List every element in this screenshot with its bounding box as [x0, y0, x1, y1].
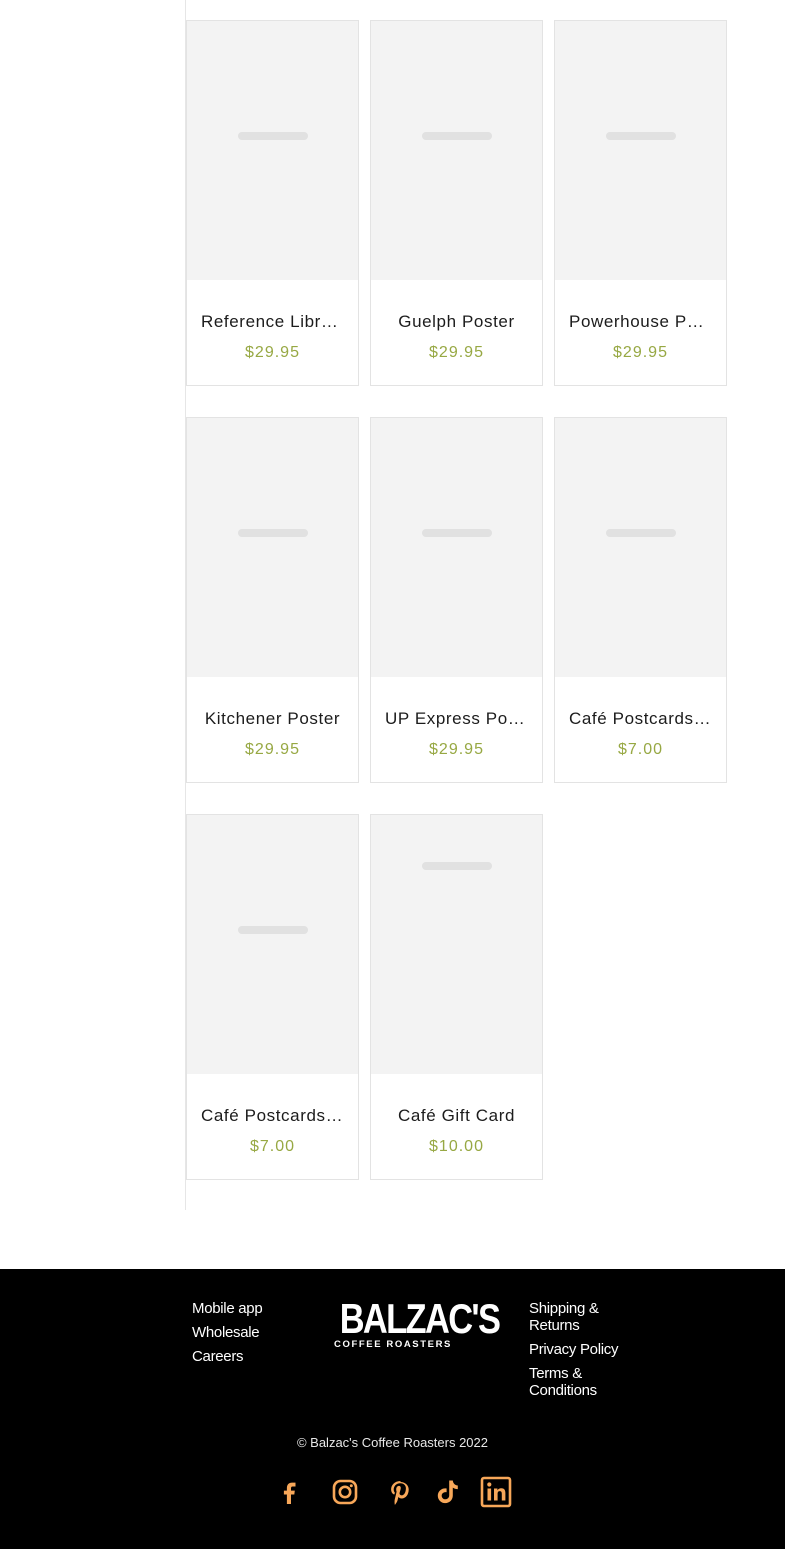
product-price: $29.95 [429, 741, 484, 758]
product-card[interactable]: Kitchener Poster $29.95 [186, 417, 359, 783]
product-image-placeholder [555, 418, 726, 677]
instagram-icon[interactable] [328, 1475, 362, 1509]
loading-skeleton [237, 132, 308, 140]
product-name[interactable]: Café Gift Card [371, 1105, 542, 1127]
linkedin-icon[interactable] [479, 1475, 513, 1509]
site-footer: Mobile app Wholesale Careers BALZAC'S CO… [0, 1269, 785, 1549]
loading-skeleton [421, 862, 492, 870]
product-name[interactable]: UP Express Poster [371, 708, 542, 730]
product-price: $7.00 [249, 1138, 296, 1155]
footer-links-left: Mobile app Wholesale Careers [192, 1300, 272, 1372]
product-card[interactable]: Powerhouse Pos... $29.95 [554, 20, 727, 386]
product-grid: Reference Libra... $29.95 Guelph Poster … [186, 20, 727, 1180]
product-card[interactable]: Café Postcards ... $7.00 [554, 417, 727, 783]
product-card[interactable]: Café Gift Card $10.00 [370, 814, 543, 1180]
product-card[interactable]: UP Express Poster $29.95 [370, 417, 543, 783]
footer-link-careers[interactable]: Careers [192, 1348, 272, 1365]
product-price: $10.00 [429, 1138, 484, 1155]
product-price: $7.00 [617, 741, 664, 758]
footer-links-right: Shipping & Returns Privacy Policy Terms … [529, 1300, 619, 1406]
product-image-placeholder [187, 418, 358, 677]
loading-skeleton [237, 926, 308, 934]
product-price: $29.95 [245, 741, 300, 758]
product-price: $29.95 [613, 344, 668, 361]
product-image-placeholder [187, 815, 358, 1074]
product-name[interactable]: Guelph Poster [371, 311, 542, 333]
product-name[interactable]: Café Postcards ... [187, 1105, 358, 1127]
footer-link-wholesale[interactable]: Wholesale [192, 1324, 272, 1341]
product-image-placeholder [371, 418, 542, 677]
product-card[interactable]: Café Postcards ... $7.00 [186, 814, 359, 1180]
product-image-placeholder [371, 21, 542, 280]
product-name[interactable]: Powerhouse Pos... [555, 311, 726, 333]
copyright-text: © Balzac's Coffee Roasters 2022 [296, 1435, 489, 1450]
footer-link-privacy-policy[interactable]: Privacy Policy [529, 1341, 619, 1358]
product-price: $29.95 [429, 344, 484, 361]
footer-link-terms-conditions[interactable]: Terms & Conditions [529, 1365, 619, 1399]
loading-skeleton [421, 132, 492, 140]
product-image-placeholder [555, 21, 726, 280]
footer-link-mobile-app[interactable]: Mobile app [192, 1300, 272, 1317]
product-name[interactable]: Café Postcards ... [555, 708, 726, 730]
product-price: $29.95 [245, 344, 300, 361]
loading-skeleton [237, 529, 308, 537]
footer-link-shipping-returns[interactable]: Shipping & Returns [529, 1300, 619, 1334]
product-image-placeholder [371, 815, 542, 1074]
product-card[interactable]: Guelph Poster $29.95 [370, 20, 543, 386]
facebook-icon[interactable] [273, 1475, 307, 1509]
loading-skeleton [421, 529, 492, 537]
logo-wordmark: BALZAC'S [339, 1295, 501, 1342]
balzacs-logo[interactable]: BALZAC'S COFFEE ROASTERS [328, 1295, 501, 1351]
product-image-placeholder [187, 21, 358, 280]
product-name[interactable]: Kitchener Poster [187, 708, 358, 730]
product-card[interactable]: Reference Libra... $29.95 [186, 20, 359, 386]
pinterest-icon[interactable] [383, 1475, 417, 1509]
loading-skeleton [605, 132, 676, 140]
tiktok-icon[interactable] [431, 1475, 465, 1509]
loading-skeleton [605, 529, 676, 537]
product-name[interactable]: Reference Libra... [187, 311, 358, 333]
